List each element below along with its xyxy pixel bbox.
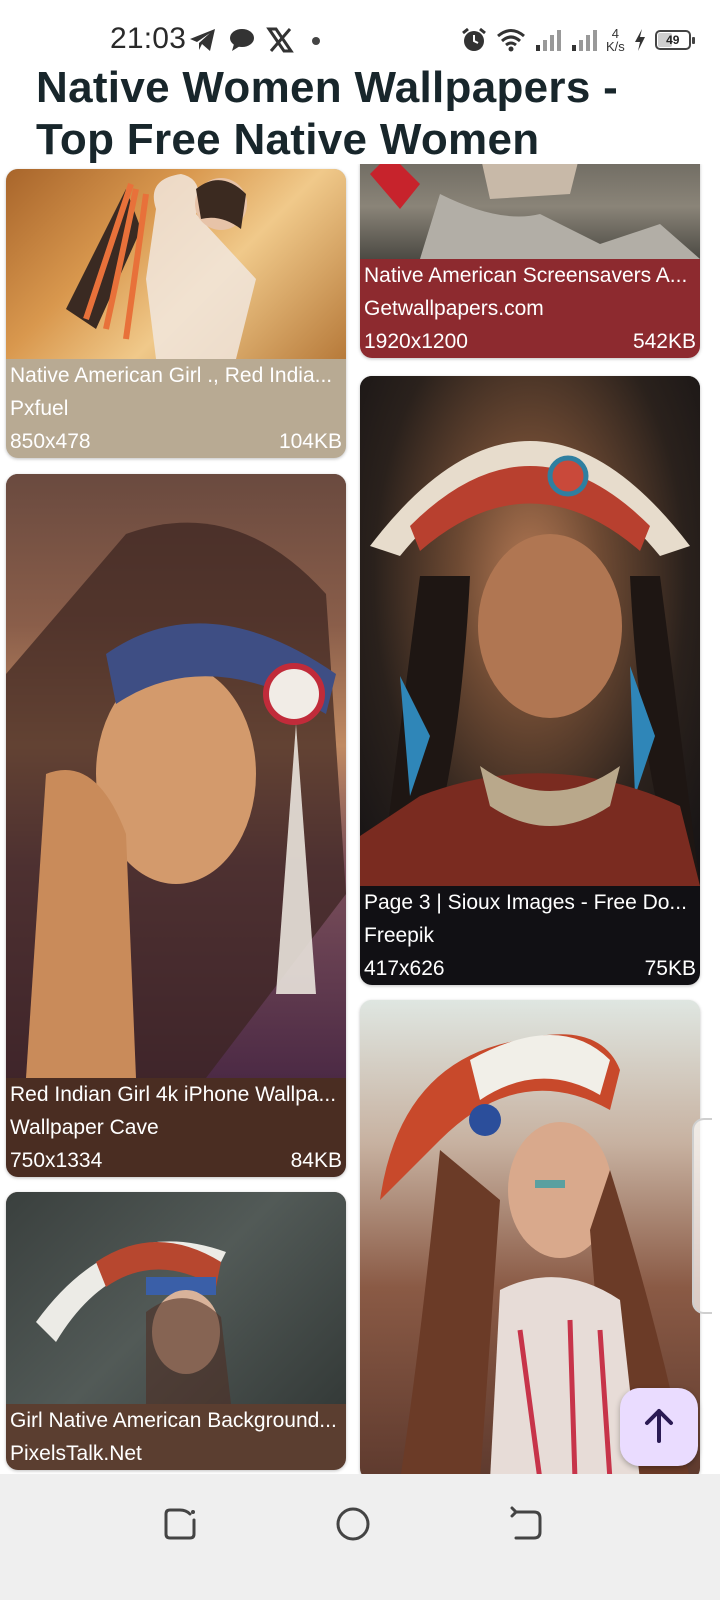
- card-size: 104KB: [278, 430, 342, 453]
- battery-icon: 49: [654, 30, 695, 50]
- home-button[interactable]: [331, 1504, 375, 1548]
- back-icon: [508, 1506, 544, 1547]
- system-navigation-bar: [0, 1474, 720, 1600]
- card-source: Wallpaper Cave: [10, 1116, 159, 1139]
- network-speed-unit: K/s: [606, 39, 625, 54]
- network-speed: 4 K/s: [606, 27, 625, 53]
- wallpaper-thumbnail[interactable]: [6, 474, 346, 1078]
- card-title: Girl Native American Background...: [10, 1409, 337, 1432]
- telegram-icon: [188, 27, 218, 53]
- card-dimensions: 750x1334: [10, 1149, 103, 1172]
- scroll-to-top-button[interactable]: [620, 1388, 698, 1466]
- card-source: Freepik: [364, 924, 435, 947]
- chat-bubble-icon: [228, 27, 256, 53]
- card-dimensions: 1920x1200: [364, 330, 468, 353]
- card-dimensions: 417x626: [364, 957, 445, 980]
- wallpaper-thumbnail[interactable]: [6, 169, 346, 359]
- card-source: Getwallpapers.com: [364, 297, 544, 320]
- card-title: Red Indian Girl 4k iPhone Wallpa...: [10, 1083, 337, 1106]
- signal-icon: [570, 27, 598, 53]
- card-size: 75KB: [644, 957, 696, 980]
- dot-icon: [304, 27, 326, 53]
- image-card[interactable]: Girl Native American Background... Pixel…: [6, 1192, 346, 1470]
- card-title: Native American Girl ., Red India...: [10, 364, 333, 387]
- recents-button[interactable]: [158, 1504, 202, 1548]
- wallpaper-thumbnail[interactable]: [360, 164, 700, 259]
- wallpaper-thumbnail[interactable]: [360, 376, 700, 886]
- image-card[interactable]: Red Indian Girl 4k iPhone Wallpa... Wall…: [6, 474, 346, 1177]
- alarm-icon: [460, 26, 488, 54]
- image-card[interactable]: Native American Screensavers A... Getwal…: [360, 164, 700, 358]
- image-grid[interactable]: Native American Girl ., Red India... Pxf…: [0, 164, 720, 1474]
- back-button[interactable]: [504, 1504, 548, 1548]
- arrow-up-icon: [639, 1405, 679, 1450]
- card-size: 84KB: [290, 1149, 342, 1172]
- card-size: 542KB: [632, 330, 696, 353]
- image-card[interactable]: Page 3 | Sioux Images - Free Do... Freep…: [360, 376, 700, 985]
- card-source: Pxfuel: [10, 397, 69, 420]
- card-dimensions: 850x478: [10, 430, 91, 453]
- wifi-icon: [496, 27, 526, 53]
- charging-icon: [633, 27, 647, 53]
- status-time: 21:03: [110, 22, 187, 55]
- recents-icon: [162, 1506, 198, 1547]
- image-card[interactable]: Native American Girl ., Red India... Pxf…: [6, 169, 346, 458]
- card-source: PixelsTalk.Net: [10, 1442, 142, 1465]
- status-bar: 21:03 4 K/s 49: [0, 0, 720, 64]
- home-icon: [335, 1506, 371, 1547]
- x-logo-icon: [266, 27, 294, 53]
- wallpaper-thumbnail[interactable]: [6, 1192, 346, 1404]
- signal-icon: [534, 27, 562, 53]
- battery-level: 49: [666, 33, 680, 47]
- side-panel-handle[interactable]: [692, 1118, 712, 1314]
- page-title: Native Women Wallpapers - Top Free Nativ…: [36, 63, 619, 164]
- card-title: Page 3 | Sioux Images - Free Do...: [364, 891, 687, 914]
- card-title: Native American Screensavers A...: [364, 264, 688, 287]
